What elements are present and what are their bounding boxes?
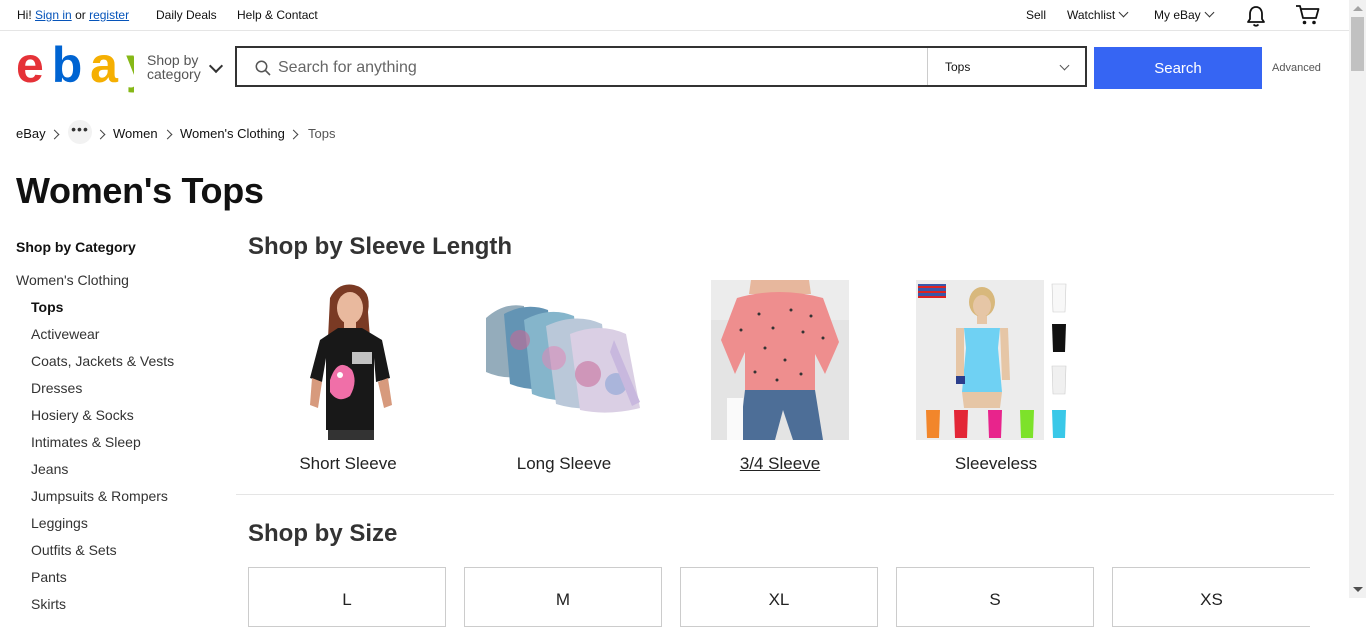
watchlist-label: Watchlist [1067, 8, 1116, 22]
category-select-value: Tops [945, 60, 971, 74]
tile-label-short-sleeve: Short Sleeve [299, 454, 397, 473]
greeting-text: Hi! [17, 8, 32, 22]
or-text: or [75, 8, 86, 22]
size-tile-s[interactable]: S [896, 567, 1094, 627]
chevron-down-icon [1059, 60, 1070, 71]
logo-letter-b: b [52, 42, 81, 93]
greeting: Hi! Sign in or register [17, 8, 129, 22]
sidebar-item-skirts[interactable]: Skirts [31, 596, 174, 623]
search-icon [255, 60, 271, 76]
breadcrumb-womens-clothing[interactable]: Women's Clothing [180, 126, 285, 141]
scrollbar-thumb[interactable] [1351, 17, 1364, 71]
advanced-search-link[interactable]: Advanced [1272, 62, 1321, 74]
breadcrumb-women[interactable]: Women [113, 126, 158, 141]
chevron-down-icon[interactable] [208, 58, 224, 74]
breadcrumb-ebay[interactable]: eBay [16, 126, 46, 141]
sidebar-item-outfits[interactable]: Outfits & Sets [31, 542, 174, 569]
logo-letter-y: y [126, 42, 134, 93]
chevron-down-icon [1204, 7, 1215, 18]
three-quarter-sleeve-image [711, 280, 849, 440]
notification-bell-icon[interactable] [1245, 4, 1267, 28]
sell-link[interactable]: Sell [1026, 8, 1046, 22]
tile-label-sleeveless: Sleeveless [954, 454, 1038, 473]
chevron-down-icon [1118, 7, 1129, 18]
my-ebay-menu[interactable]: My eBay [1154, 7, 1215, 22]
size-tile-xs[interactable]: XS [1112, 567, 1310, 627]
shop-by-category-button[interactable]: Shop by category [147, 53, 201, 81]
section-divider [236, 494, 1334, 495]
sidebar-item-pants[interactable]: Pants [31, 569, 174, 596]
sidebar-item-leggings[interactable]: Leggings [31, 515, 174, 542]
scroll-down-arrow-icon[interactable] [1353, 587, 1363, 592]
chevron-right-icon [49, 129, 60, 140]
sidebar-item-activewear[interactable]: Activewear [31, 326, 174, 353]
sign-in-link[interactable]: Sign in [35, 8, 72, 22]
cart-icon[interactable] [1295, 4, 1321, 26]
short-sleeve-image [268, 280, 428, 440]
sleeve-section-title: Shop by Sleeve Length [248, 233, 513, 260]
shop-by-line1: Shop by [147, 52, 199, 68]
sidebar-category-list: Tops Activewear Coats, Jackets & Vests D… [31, 299, 174, 623]
sidebar-item-tops: Tops [31, 299, 64, 315]
vertical-scrollbar[interactable] [1349, 0, 1366, 598]
top-utility-bar: Hi! Sign in or register Daily Deals Help… [0, 0, 1349, 31]
long-sleeve-image [484, 280, 644, 440]
my-ebay-label: My eBay [1154, 8, 1201, 22]
sidebar-item-dresses[interactable]: Dresses [31, 380, 174, 407]
breadcrumb-more-button[interactable]: ••• [68, 120, 92, 144]
sidebar-parent-link[interactable]: Women's Clothing [16, 272, 129, 288]
sidebar-heading: Shop by Category [16, 239, 136, 255]
shop-by-line2: category [147, 66, 201, 82]
register-link[interactable]: register [89, 8, 129, 22]
chevron-right-icon [162, 129, 173, 140]
help-contact-link[interactable]: Help & Contact [237, 8, 318, 22]
sidebar-item-hosiery[interactable]: Hosiery & Socks [31, 407, 174, 434]
tile-label-three-quarter-sleeve: 3/4 Sleeve [739, 454, 821, 473]
size-section-title: Shop by Size [248, 520, 398, 547]
size-tile-l[interactable]: L [248, 567, 446, 627]
page-title: Women's Tops [16, 170, 264, 211]
watchlist-menu[interactable]: Watchlist [1067, 7, 1129, 22]
size-tile-xl[interactable]: XL [680, 567, 878, 627]
chevron-right-icon [288, 129, 299, 140]
scroll-up-arrow-icon[interactable] [1353, 6, 1363, 11]
sidebar-item-coats[interactable]: Coats, Jackets & Vests [31, 353, 174, 380]
daily-deals-link[interactable]: Daily Deals [156, 8, 217, 22]
sidebar-item-jumpsuits[interactable]: Jumpsuits & Rompers [31, 488, 174, 515]
size-tile-m[interactable]: M [464, 567, 662, 627]
breadcrumb-current: Tops [308, 126, 336, 141]
logo-letter-a: a [90, 42, 119, 93]
chevron-right-icon [95, 129, 106, 140]
ebay-logo[interactable]: e b a y [16, 42, 134, 94]
sidebar-item-jeans[interactable]: Jeans [31, 461, 174, 488]
category-select[interactable]: Tops [927, 48, 1086, 85]
logo-letter-e: e [16, 42, 43, 93]
tile-label-long-sleeve: Long Sleeve [516, 454, 612, 473]
search-button[interactable]: Search [1094, 47, 1262, 89]
search-input[interactable] [278, 56, 918, 80]
sidebar-item-intimates[interactable]: Intimates & Sleep [31, 434, 174, 461]
sleeveless-image [916, 280, 1076, 440]
svg-text:e b a y: e b a y [16, 42, 134, 93]
